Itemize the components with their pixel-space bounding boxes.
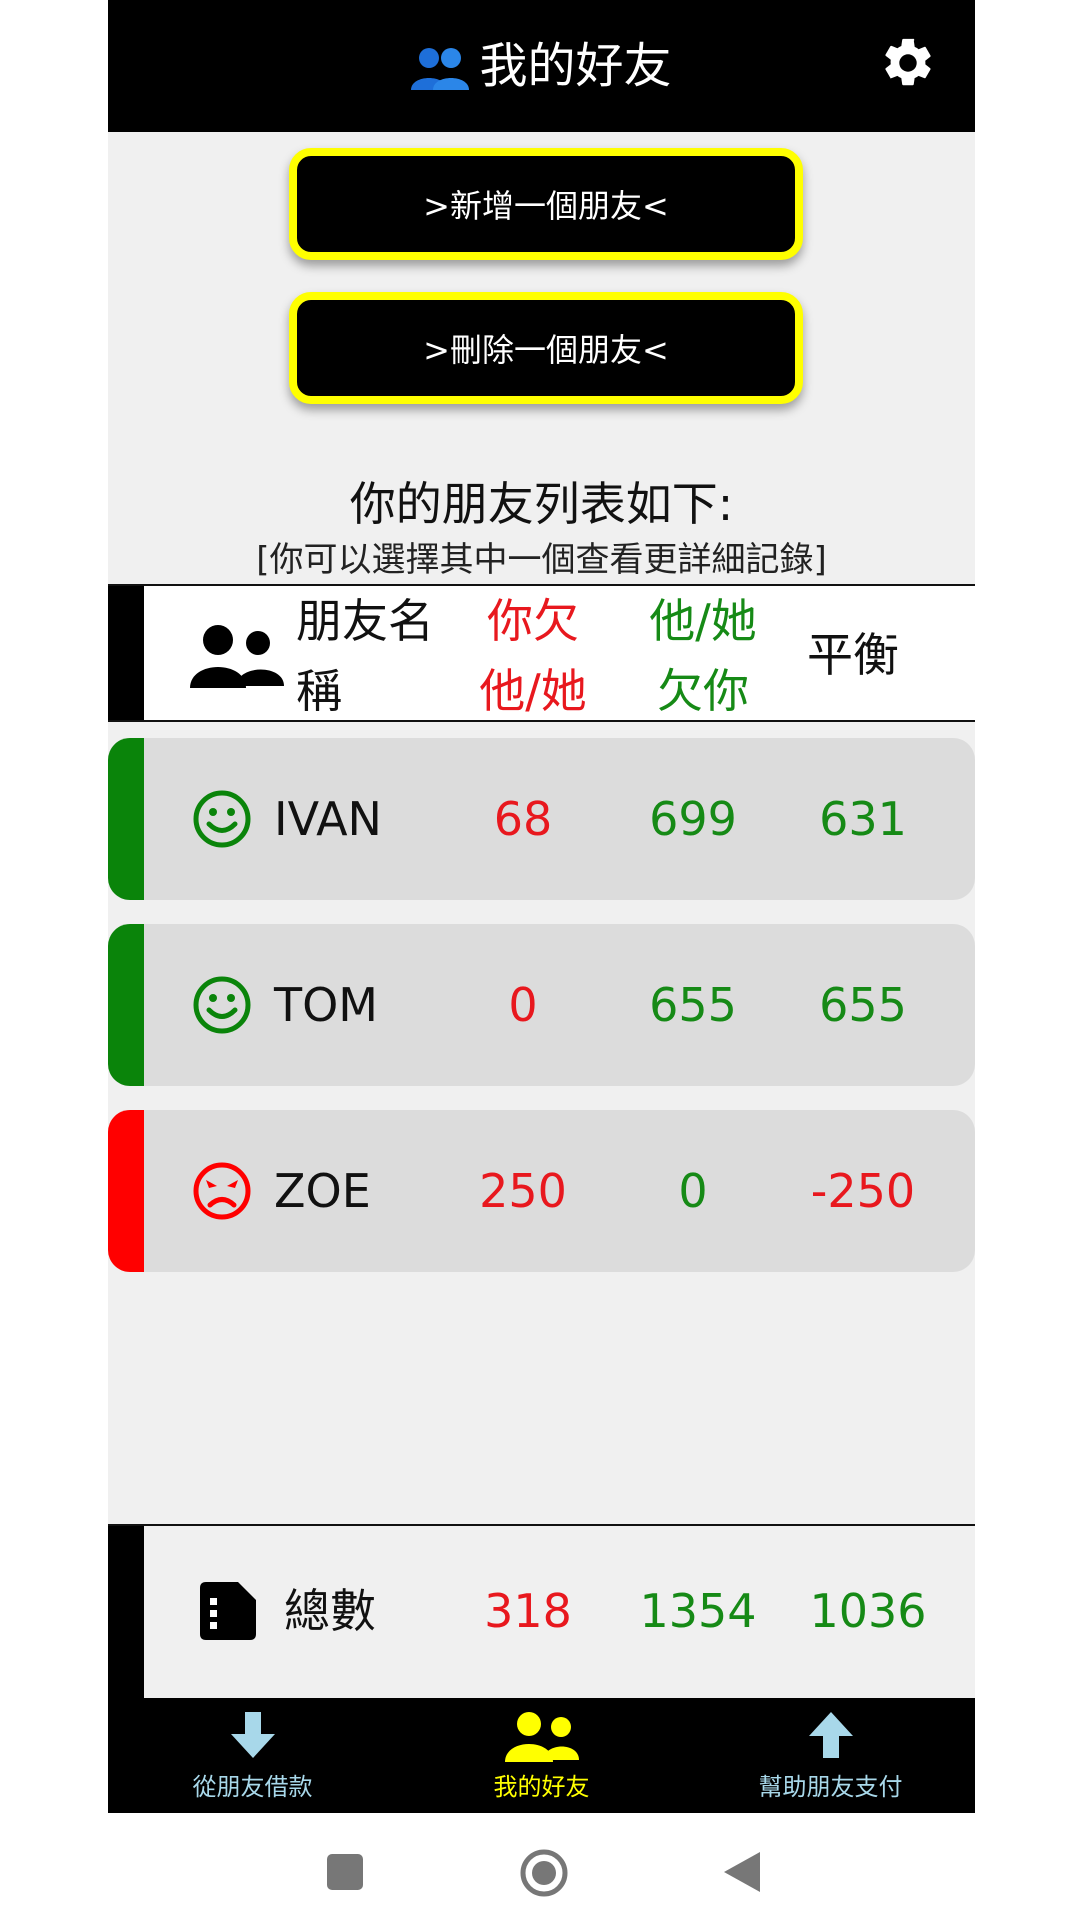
they-owe-value: 0 — [678, 1164, 708, 1218]
page-title: 我的好友 — [108, 32, 975, 100]
balance-value: 631 — [819, 792, 907, 846]
nav-help-pay[interactable]: 幫助朋友支付 — [686, 1698, 975, 1813]
nav-friends-label: 我的好友 — [493, 1773, 590, 1801]
you-owe-value: 250 — [479, 1164, 567, 1218]
friend-name: TOM — [274, 978, 378, 1032]
total-you-owe: 318 — [484, 1584, 572, 1638]
row-status-bar — [108, 924, 144, 1086]
app-screen: 我的好友 >新增一個朋友< >刪除一個朋友< 你的朋友列表如下: [你可以選擇其… — [108, 0, 975, 1813]
column-name-line2: 稱 — [296, 664, 342, 718]
column-you-owe-line2: 他/她 — [479, 664, 587, 718]
you-owe-value: 68 — [493, 792, 553, 846]
you-owe-value: 0 — [508, 978, 538, 1032]
list-title: 你的朋友列表如下: — [349, 477, 734, 531]
friend-row-zoe[interactable]: ZOE 250 0 -250 — [108, 1110, 975, 1272]
column-name-line1: 朋友名 — [296, 594, 434, 648]
smiley-face-icon — [193, 976, 251, 1034]
top-app-bar: 我的好友 — [108, 0, 975, 132]
back-icon[interactable] — [724, 1852, 760, 1892]
delete-friend-button[interactable]: >刪除一個朋友< — [289, 292, 803, 404]
home-icon[interactable] — [519, 1848, 569, 1898]
nav-friends[interactable]: 我的好友 — [397, 1698, 686, 1813]
document-icon — [200, 1582, 256, 1640]
friends-icon — [190, 625, 284, 688]
column-you-owe-header: 你欠 他/她 — [468, 586, 598, 726]
friend-name: ZOE — [274, 1164, 371, 1218]
recent-apps-icon[interactable] — [327, 1854, 363, 1890]
page-title-text: 我的好友 — [479, 38, 672, 94]
add-friend-button[interactable]: >新增一個朋友< — [289, 148, 803, 260]
nav-help-pay-label: 幫助朋友支付 — [758, 1773, 903, 1801]
balance-value: -250 — [810, 1164, 916, 1218]
friend-row-ivan[interactable]: IVAN 68 699 631 — [108, 738, 975, 900]
total-balance: 1036 — [809, 1584, 927, 1638]
list-subtitle: [你可以選擇其中一個查看更詳細記錄] — [256, 540, 827, 580]
total-they-owe: 1354 — [639, 1584, 757, 1638]
column-they-owe-header: 他/她 欠你 — [628, 586, 778, 726]
they-owe-value: 699 — [649, 792, 737, 846]
smiley-face-icon — [193, 790, 251, 848]
friend-name: IVAN — [274, 792, 382, 846]
header-side-bar — [108, 586, 144, 720]
people-icon — [411, 48, 470, 90]
friend-row-tom[interactable]: TOM 0 655 655 — [108, 924, 975, 1086]
bottom-navigation: 從朋友借款 我的好友 幫助朋友支付 — [108, 1698, 975, 1813]
angry-face-icon — [193, 1162, 251, 1220]
nav-borrow[interactable]: 從朋友借款 — [108, 1698, 397, 1813]
balance-value: 655 — [819, 978, 907, 1032]
people-icon — [504, 1712, 579, 1762]
column-they-owe-line2: 欠你 — [657, 664, 749, 718]
column-you-owe-line1: 你欠 — [487, 594, 579, 648]
column-they-owe-line1: 他/她 — [649, 594, 757, 648]
row-status-bar — [108, 738, 144, 900]
they-owe-value: 655 — [649, 978, 737, 1032]
column-name-header: 朋友名 稱 — [296, 586, 446, 726]
system-navigation-bar — [0, 1813, 1080, 1920]
nav-borrow-label: 從朋友借款 — [192, 1773, 313, 1801]
totals-side-bar — [108, 1526, 144, 1698]
table-header: 朋友名 稱 你欠 他/她 他/她 欠你 平衡 — [108, 584, 975, 722]
gear-icon[interactable] — [879, 34, 937, 92]
row-status-bar — [108, 1110, 144, 1272]
arrow-down-icon — [230, 1712, 275, 1758]
column-balance-header: 平衡 — [807, 628, 899, 682]
totals-label: 總數 — [284, 1584, 376, 1638]
totals-row: 總數 318 1354 1036 — [108, 1524, 975, 1698]
arrow-up-icon — [808, 1712, 853, 1758]
